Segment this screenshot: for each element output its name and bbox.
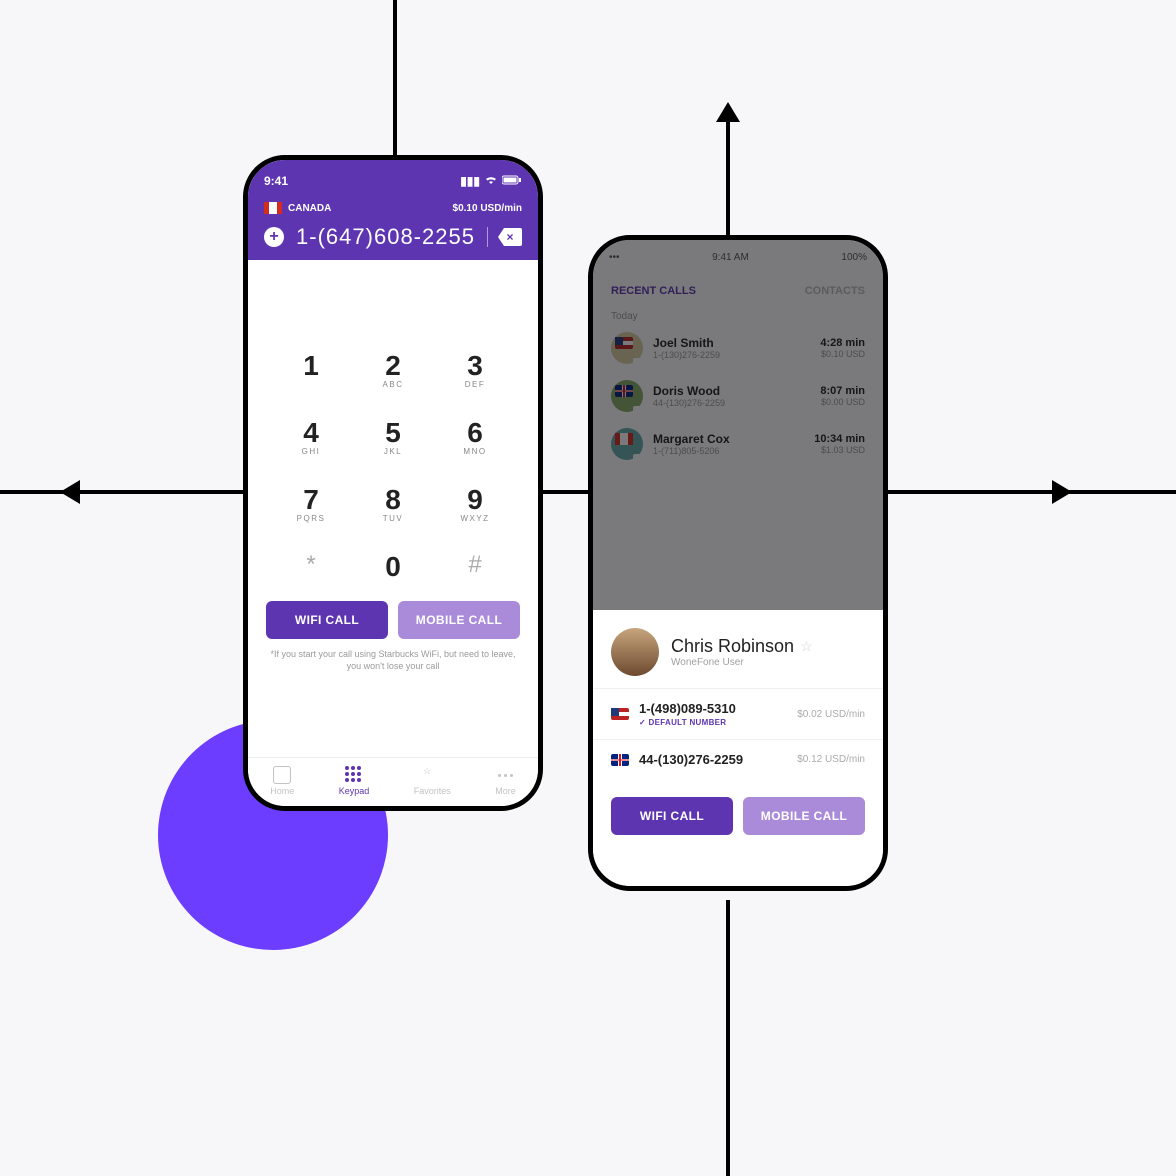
battery-icon bbox=[502, 174, 522, 188]
wifi-call-button[interactable]: WIFI CALL bbox=[611, 797, 733, 835]
key-letters: ABC bbox=[352, 380, 434, 389]
key-letters: MNO bbox=[434, 447, 516, 456]
dialed-number-display: 1-(647)608-2255 bbox=[294, 224, 477, 250]
decorative-axis-down bbox=[726, 900, 730, 1176]
key-digit: * bbox=[270, 551, 352, 579]
key-letters: WXYZ bbox=[434, 514, 516, 523]
keypad-key-8[interactable]: 8TUV bbox=[352, 484, 434, 523]
default-number-label: DEFAULT NUMBER bbox=[639, 718, 736, 727]
decorative-axis-vertical bbox=[393, 0, 397, 170]
dial-row: + 1-(647)608-2255 × bbox=[264, 224, 522, 250]
contact-subtitle: WoneFone User bbox=[671, 657, 813, 668]
tab-favorites[interactable]: ☆ Favorites bbox=[414, 766, 451, 796]
phone-keypad-mock: 9:41 ▮▮▮ CANADA $0.10 USD/min + 1-(647)6… bbox=[243, 155, 543, 811]
more-icon bbox=[496, 766, 514, 784]
tab-label: Home bbox=[270, 786, 294, 796]
canada-flag-icon bbox=[264, 202, 282, 214]
keypad-key-#[interactable]: # bbox=[434, 551, 516, 583]
phone-number: 1-(498)089-5310 bbox=[639, 701, 736, 716]
arrow-left-icon bbox=[60, 480, 80, 504]
key-digit: 4 bbox=[270, 417, 352, 449]
key-digit: 8 bbox=[352, 484, 434, 516]
key-letters: PQRS bbox=[270, 514, 352, 523]
rate-row: CANADA $0.10 USD/min bbox=[264, 202, 522, 214]
sheet-call-buttons: WIFI CALL MOBILE CALL bbox=[593, 779, 883, 835]
country-label: CANADA bbox=[288, 203, 331, 214]
rate-label: $0.10 USD/min bbox=[453, 203, 522, 214]
call-buttons-row: WIFI CALL MOBILE CALL bbox=[248, 593, 538, 645]
us-flag-icon bbox=[611, 708, 629, 720]
keypad-key-9[interactable]: 9WXYZ bbox=[434, 484, 516, 523]
tab-label: Favorites bbox=[414, 786, 451, 796]
key-digit: 5 bbox=[352, 417, 434, 449]
tab-label: More bbox=[495, 786, 516, 796]
contact-sheet: Chris Robinson ☆ WoneFone User 1-(498)08… bbox=[593, 610, 883, 886]
keypad-key-5[interactable]: 5JKL bbox=[352, 417, 434, 456]
wifi-icon bbox=[484, 174, 498, 188]
tab-more[interactable]: More bbox=[495, 766, 516, 796]
phone-number: 44-(130)276-2259 bbox=[639, 752, 743, 767]
tab-label: Keypad bbox=[339, 786, 370, 796]
mobile-call-button[interactable]: MOBILE CALL bbox=[398, 601, 520, 639]
mobile-call-button[interactable]: MOBILE CALL bbox=[743, 797, 865, 835]
key-digit: 1 bbox=[270, 350, 352, 382]
arrow-right-icon bbox=[1052, 480, 1072, 504]
favorite-star-icon[interactable]: ☆ bbox=[800, 638, 813, 655]
keypad-key-7[interactable]: 7PQRS bbox=[270, 484, 352, 523]
wifi-call-button[interactable]: WIFI CALL bbox=[266, 601, 388, 639]
key-digit: 2 bbox=[352, 350, 434, 382]
modal-scrim[interactable] bbox=[593, 240, 883, 610]
tab-keypad[interactable]: Keypad bbox=[339, 766, 370, 796]
key-digit: 9 bbox=[434, 484, 516, 516]
key-digit: 6 bbox=[434, 417, 516, 449]
keypad-key-1[interactable]: 1 bbox=[270, 350, 352, 389]
sheet-header: Chris Robinson ☆ WoneFone User bbox=[593, 624, 883, 688]
phone-recent-calls-mock: ••• 9:41 AM 100% RECENT CALLS CONTACTS T… bbox=[588, 235, 888, 891]
keypad-icon bbox=[345, 766, 363, 784]
add-contact-button[interactable]: + bbox=[264, 227, 284, 247]
key-digit: 3 bbox=[434, 350, 516, 382]
key-letters: TUV bbox=[352, 514, 434, 523]
keypad-key-3[interactable]: 3DEF bbox=[434, 350, 516, 389]
keypad-key-2[interactable]: 2ABC bbox=[352, 350, 434, 389]
tab-bar: Home Keypad ☆ Favorites More bbox=[248, 757, 538, 806]
avatar bbox=[611, 628, 659, 676]
backspace-button[interactable]: × bbox=[498, 228, 522, 246]
status-bar: 9:41 ▮▮▮ bbox=[264, 174, 522, 188]
divider bbox=[487, 227, 488, 247]
status-time: 9:41 bbox=[264, 174, 288, 188]
keypad-key-0[interactable]: 0 bbox=[352, 551, 434, 583]
dialer-header: 9:41 ▮▮▮ CANADA $0.10 USD/min + 1-(647)6… bbox=[248, 160, 538, 260]
keypad-key-6[interactable]: 6MNO bbox=[434, 417, 516, 456]
star-icon: ☆ bbox=[423, 766, 441, 784]
contact-name: Chris Robinson ☆ bbox=[671, 636, 813, 657]
uk-flag-icon bbox=[611, 754, 629, 766]
arrow-up-icon bbox=[716, 102, 740, 122]
contact-name-text: Chris Robinson bbox=[671, 636, 794, 657]
disclaimer-text: *If you start your call using Starbucks … bbox=[248, 645, 538, 672]
key-digit: 7 bbox=[270, 484, 352, 516]
tab-home[interactable]: Home bbox=[270, 766, 294, 796]
status-icons: ▮▮▮ bbox=[460, 174, 522, 188]
key-letters: GHI bbox=[270, 447, 352, 456]
keypad-key-4[interactable]: 4GHI bbox=[270, 417, 352, 456]
contact-number-row[interactable]: 44-(130)276-2259 $0.12 USD/min bbox=[593, 739, 883, 779]
call-rate: $0.12 USD/min bbox=[797, 754, 865, 765]
keypad-key-*[interactable]: * bbox=[270, 551, 352, 583]
signal-icon: ▮▮▮ bbox=[460, 174, 480, 188]
key-letters: DEF bbox=[434, 380, 516, 389]
home-icon bbox=[273, 766, 291, 784]
contact-numbers-list: 1-(498)089-5310 DEFAULT NUMBER $0.02 USD/m… bbox=[593, 688, 883, 779]
key-digit: # bbox=[434, 551, 516, 579]
call-rate: $0.02 USD/min bbox=[797, 709, 865, 720]
key-digit: 0 bbox=[352, 551, 434, 583]
contact-number-row[interactable]: 1-(498)089-5310 DEFAULT NUMBER $0.02 USD/m… bbox=[593, 688, 883, 739]
keypad-grid: 12ABC3DEF 4GHI5JKL6MNO 7PQRS8TUV9WXYZ *0# bbox=[248, 260, 538, 593]
key-letters: JKL bbox=[352, 447, 434, 456]
